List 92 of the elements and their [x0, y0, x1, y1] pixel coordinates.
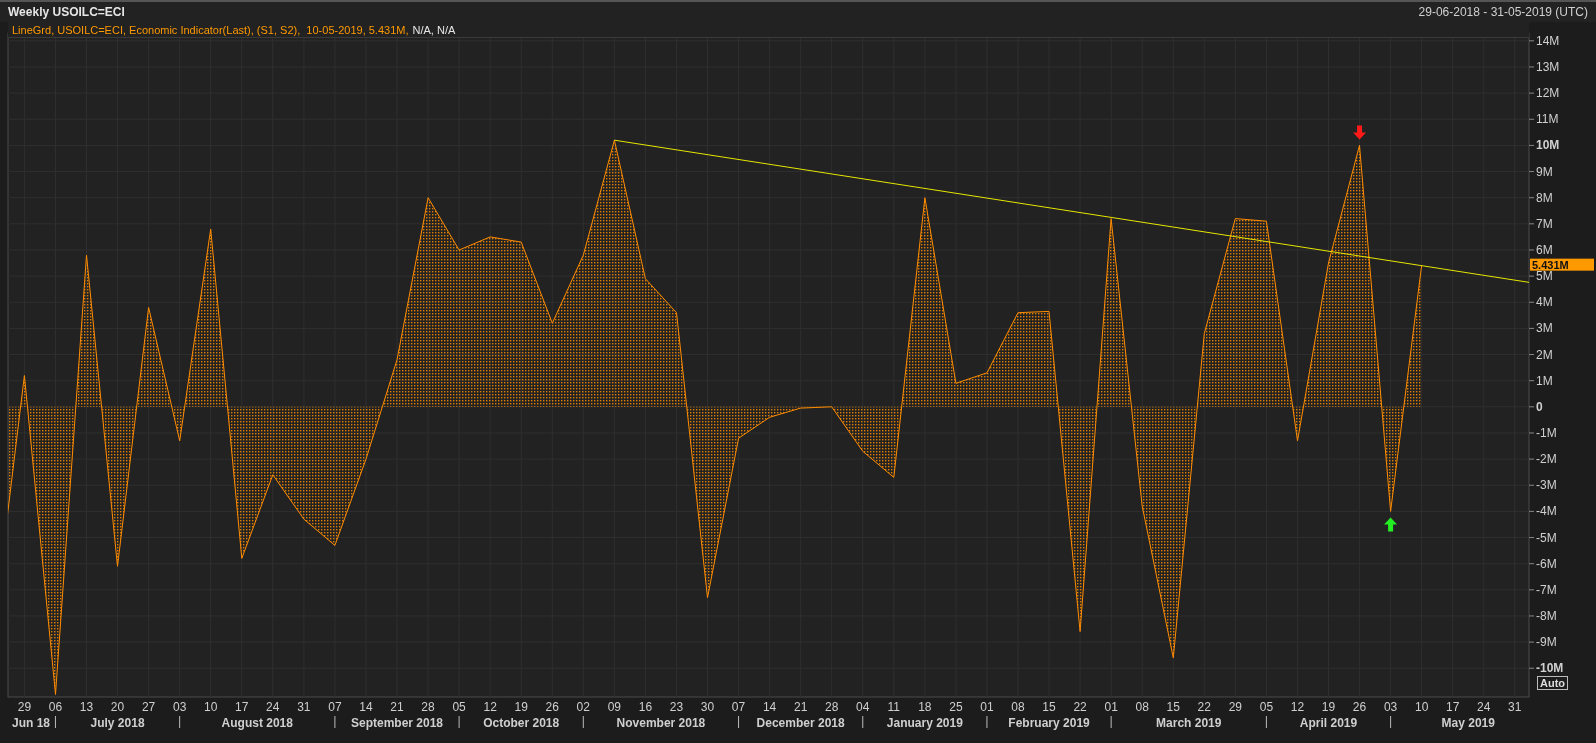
y-axis-label: 8M: [1536, 190, 1553, 205]
x-axis-label: 21: [390, 700, 404, 714]
x-axis-label: 27: [141, 700, 156, 714]
x-axis-label: 15: [1166, 700, 1180, 714]
x-axis-label: 12: [483, 700, 497, 714]
x-axis-label: 30: [700, 700, 715, 714]
x-axis-label: 20: [110, 700, 125, 714]
y-axis-label: -8M: [1536, 608, 1557, 623]
month-label: July 2018: [90, 716, 145, 730]
month-label: April 2019: [1299, 716, 1358, 730]
x-axis-label: 22: [1197, 700, 1211, 714]
month-label: October 2018: [483, 716, 560, 730]
y-axis-label: 13M: [1536, 60, 1560, 74]
y-axis-label: 12M: [1536, 86, 1560, 101]
y-axis-label: -6M: [1536, 556, 1557, 571]
y-axis-label: 2M: [1536, 347, 1553, 362]
month-label: August 2018: [221, 716, 293, 730]
x-axis-label: 05: [452, 700, 466, 714]
x-axis-label: 21: [793, 700, 808, 714]
x-axis-label: 31: [297, 700, 311, 714]
auto-scale-button[interactable]: Auto: [1537, 676, 1569, 690]
y-axis-label: -4M: [1536, 504, 1557, 519]
last-value-label: 5.431M: [1530, 258, 1594, 272]
x-axis-label: 09: [607, 700, 622, 714]
x-axis-label: 14: [359, 700, 373, 714]
y-axis-label: -1M: [1536, 425, 1557, 440]
legend-values: N/A, N/A: [412, 22, 456, 37]
x-axis-label: 29: [1228, 700, 1243, 714]
x-axis-label: 12: [1290, 700, 1305, 714]
y-axis-label: 3M: [1536, 321, 1553, 336]
series-legend: LineGrd, USOILC=ECI, Economic Indicator(Last), (S1, S2), 10-05-2019, 5.431M,: [12, 22, 409, 37]
y-axis-label: 11M: [1536, 112, 1559, 127]
x-axis-label: 02: [576, 700, 590, 714]
x-axis-label: 23: [669, 700, 684, 714]
month-label: March 2019: [1156, 716, 1222, 730]
x-axis-label: 03: [1383, 700, 1398, 714]
x-axis-label: 16: [638, 700, 653, 714]
window-title: Weekly USOILC=ECI: [8, 4, 125, 21]
x-axis-label: 28: [825, 700, 839, 714]
x-axis-label: 28: [421, 700, 435, 714]
x-axis-label: 24: [266, 700, 280, 714]
x-axis-label: 15: [1042, 700, 1056, 714]
x-axis-label: 04: [856, 700, 870, 714]
y-axis-label: 0: [1536, 399, 1543, 414]
y-axis-label: 1M: [1536, 373, 1553, 388]
x-axis-label: 26: [545, 700, 559, 714]
x-axis-label: 19: [514, 700, 528, 714]
y-axis-label: -10M: [1536, 661, 1564, 676]
month-label: December 2018: [756, 716, 845, 730]
y-axis-label: 6M: [1536, 243, 1553, 257]
month-label: Jun 18: [12, 716, 50, 730]
month-label: November 2018: [616, 716, 706, 730]
x-axis-label: 03: [172, 700, 187, 714]
y-axis-label: -5M: [1536, 530, 1557, 545]
month-label: May 2019: [1441, 716, 1495, 730]
y-axis-label: 5M: [1536, 269, 1553, 284]
x-axis-label: 24: [1477, 700, 1491, 714]
x-axis-label: 22: [1073, 700, 1087, 714]
x-axis-label: 17: [1446, 700, 1460, 714]
x-axis-label: 19: [1321, 700, 1336, 714]
date-range: 29-06-2018 - 31-05-2019 (UTC): [1418, 4, 1588, 21]
x-axis-label: 08: [1135, 700, 1149, 714]
x-axis-label: 01: [1104, 700, 1118, 714]
x-axis-label: 25: [949, 700, 963, 714]
month-label: February 2019: [1008, 716, 1090, 730]
y-axis-label: -2M: [1536, 452, 1557, 467]
x-axis-label: 11: [887, 700, 901, 714]
x-axis-label: 05: [1259, 700, 1274, 714]
y-axis-label: -7M: [1536, 582, 1557, 597]
x-axis-label: 10: [1414, 700, 1429, 714]
x-axis-label: 06: [48, 700, 63, 714]
x-axis-label: 18: [918, 700, 932, 714]
x-axis-label: 10: [204, 700, 218, 714]
x-axis-label: 07: [328, 700, 342, 714]
x-axis-label: 17: [235, 700, 249, 714]
y-axis-label: 9M: [1536, 164, 1553, 179]
y-axis-label: 4M: [1536, 295, 1553, 310]
month-label: January 2019: [886, 716, 963, 730]
y-axis-label: 14M: [1536, 33, 1560, 48]
x-axis-label: 14: [762, 700, 777, 714]
y-axis-label: -3M: [1536, 478, 1557, 493]
x-axis-label: 01: [980, 700, 994, 714]
x-axis-label: 13: [79, 700, 94, 714]
x-axis-label: 29: [17, 700, 32, 714]
month-label: September 2018: [350, 716, 444, 730]
y-axis-label: 7M: [1536, 216, 1553, 231]
y-axis-label: 10M: [1536, 138, 1560, 153]
x-axis-label: 26: [1352, 700, 1367, 714]
x-axis-label: 08: [1011, 700, 1025, 714]
x-axis-label: 31: [1508, 700, 1522, 714]
x-axis-label: 07: [731, 700, 746, 714]
y-axis-label: -9M: [1536, 635, 1557, 650]
